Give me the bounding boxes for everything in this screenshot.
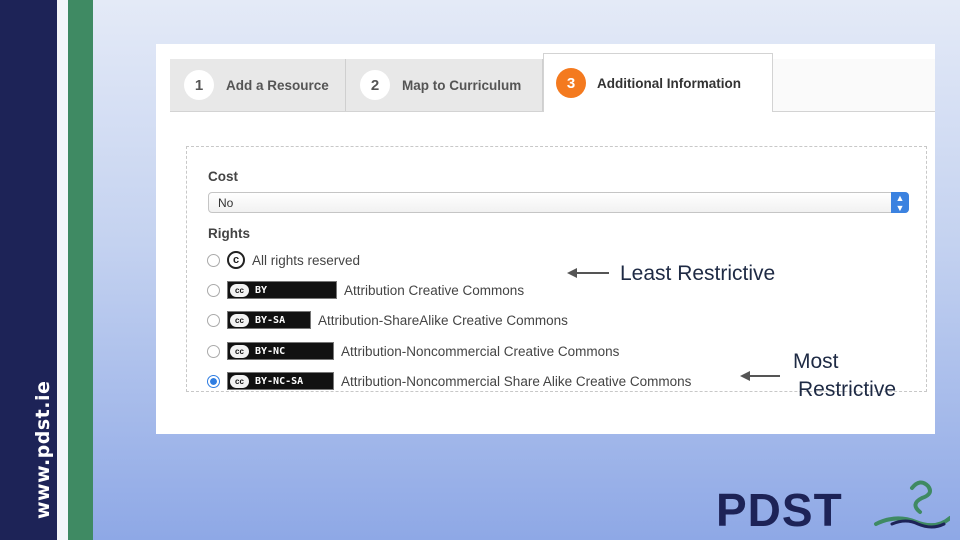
least-restrictive-note: Least Restrictive: [620, 262, 776, 285]
rights-option-cc-by-nc[interactable]: cc BY-NC Attribution-Noncommercial Creat…: [207, 340, 619, 362]
tab-add-resource[interactable]: 1 Add a Resource: [170, 59, 346, 111]
rights-option-label: Attribution-ShareAlike Creative Commons: [318, 312, 568, 328]
rights-option-all-rights-reserved[interactable]: c All rights reserved: [207, 249, 360, 271]
radio-button[interactable]: [207, 313, 220, 327]
cc-by-sa-badge: cc BY-SA: [227, 311, 311, 329]
cc-icon: cc: [230, 283, 249, 297]
license-code: BY-SA: [255, 314, 286, 326]
rights-option-label: All rights reserved: [252, 252, 361, 268]
tab-label: Additional Information: [597, 75, 741, 91]
sidebar-divider: [57, 0, 68, 540]
cost-select[interactable]: No ▲ ▼: [208, 192, 909, 213]
rights-option-label: Attribution Creative Commons: [344, 282, 525, 298]
step-number-3: 3: [556, 68, 586, 98]
pdst-logo: PDST: [716, 480, 950, 532]
cc-by-nc-sa-badge: cc BY-NC-SA: [227, 372, 334, 390]
copyright-icon: c: [227, 251, 245, 269]
tab-additional-information[interactable]: 3 Additional Information: [543, 53, 773, 112]
step-number-1: 1: [184, 70, 214, 100]
rights-label: Rights: [208, 226, 250, 241]
rights-option-label: Attribution-Noncommercial Creative Commo…: [341, 343, 620, 359]
radio-button[interactable]: [207, 253, 220, 267]
license-code: BY-NC: [255, 345, 286, 357]
tab-label: Map to Curriculum: [402, 77, 522, 93]
radio-button-checked[interactable]: [207, 374, 220, 388]
sidebar-accent: [68, 0, 93, 540]
rights-option-cc-by-nc-sa[interactable]: cc BY-NC-SA Attribution-Noncommercial Sh…: [207, 370, 691, 392]
cc-icon: cc: [230, 374, 249, 388]
cc-icon: cc: [230, 313, 249, 327]
step-number-2: 2: [360, 70, 390, 100]
chevron-up-down-icon[interactable]: ▲ ▼: [891, 192, 909, 213]
cc-icon: cc: [230, 344, 249, 358]
most-restrictive-note-line2: Restrictive: [798, 378, 897, 401]
arrow-left-icon: [567, 268, 609, 278]
cc-by-badge: cc BY: [227, 281, 337, 299]
license-code: BY-NC-SA: [255, 375, 304, 387]
site-url: www.pdst.ie: [32, 380, 54, 519]
tab-label: Add a Resource: [226, 77, 329, 93]
arrow-left-icon: [740, 371, 780, 381]
logo-swirl: [910, 480, 932, 514]
rights-option-cc-by[interactable]: cc BY Attribution Creative Commons: [207, 279, 524, 301]
most-restrictive-note-line1: Most: [793, 350, 839, 373]
tab-map-to-curriculum[interactable]: 2 Map to Curriculum: [346, 59, 543, 111]
license-code: BY: [255, 284, 268, 296]
radio-button[interactable]: [207, 283, 220, 297]
radio-button[interactable]: [207, 344, 220, 358]
rights-option-cc-by-sa[interactable]: cc BY-SA Attribution-ShareAlike Creative…: [207, 309, 568, 331]
cost-label: Cost: [208, 169, 238, 184]
cost-selected-value: No: [218, 196, 234, 210]
logo-text: PDST: [716, 484, 843, 532]
rights-option-label: Attribution-Noncommercial Share Alike Cr…: [341, 373, 692, 389]
wizard-tab-bar: 1 Add a Resource 2 Map to Curriculum 3 A…: [170, 53, 935, 112]
cc-by-nc-badge: cc BY-NC: [227, 342, 334, 360]
